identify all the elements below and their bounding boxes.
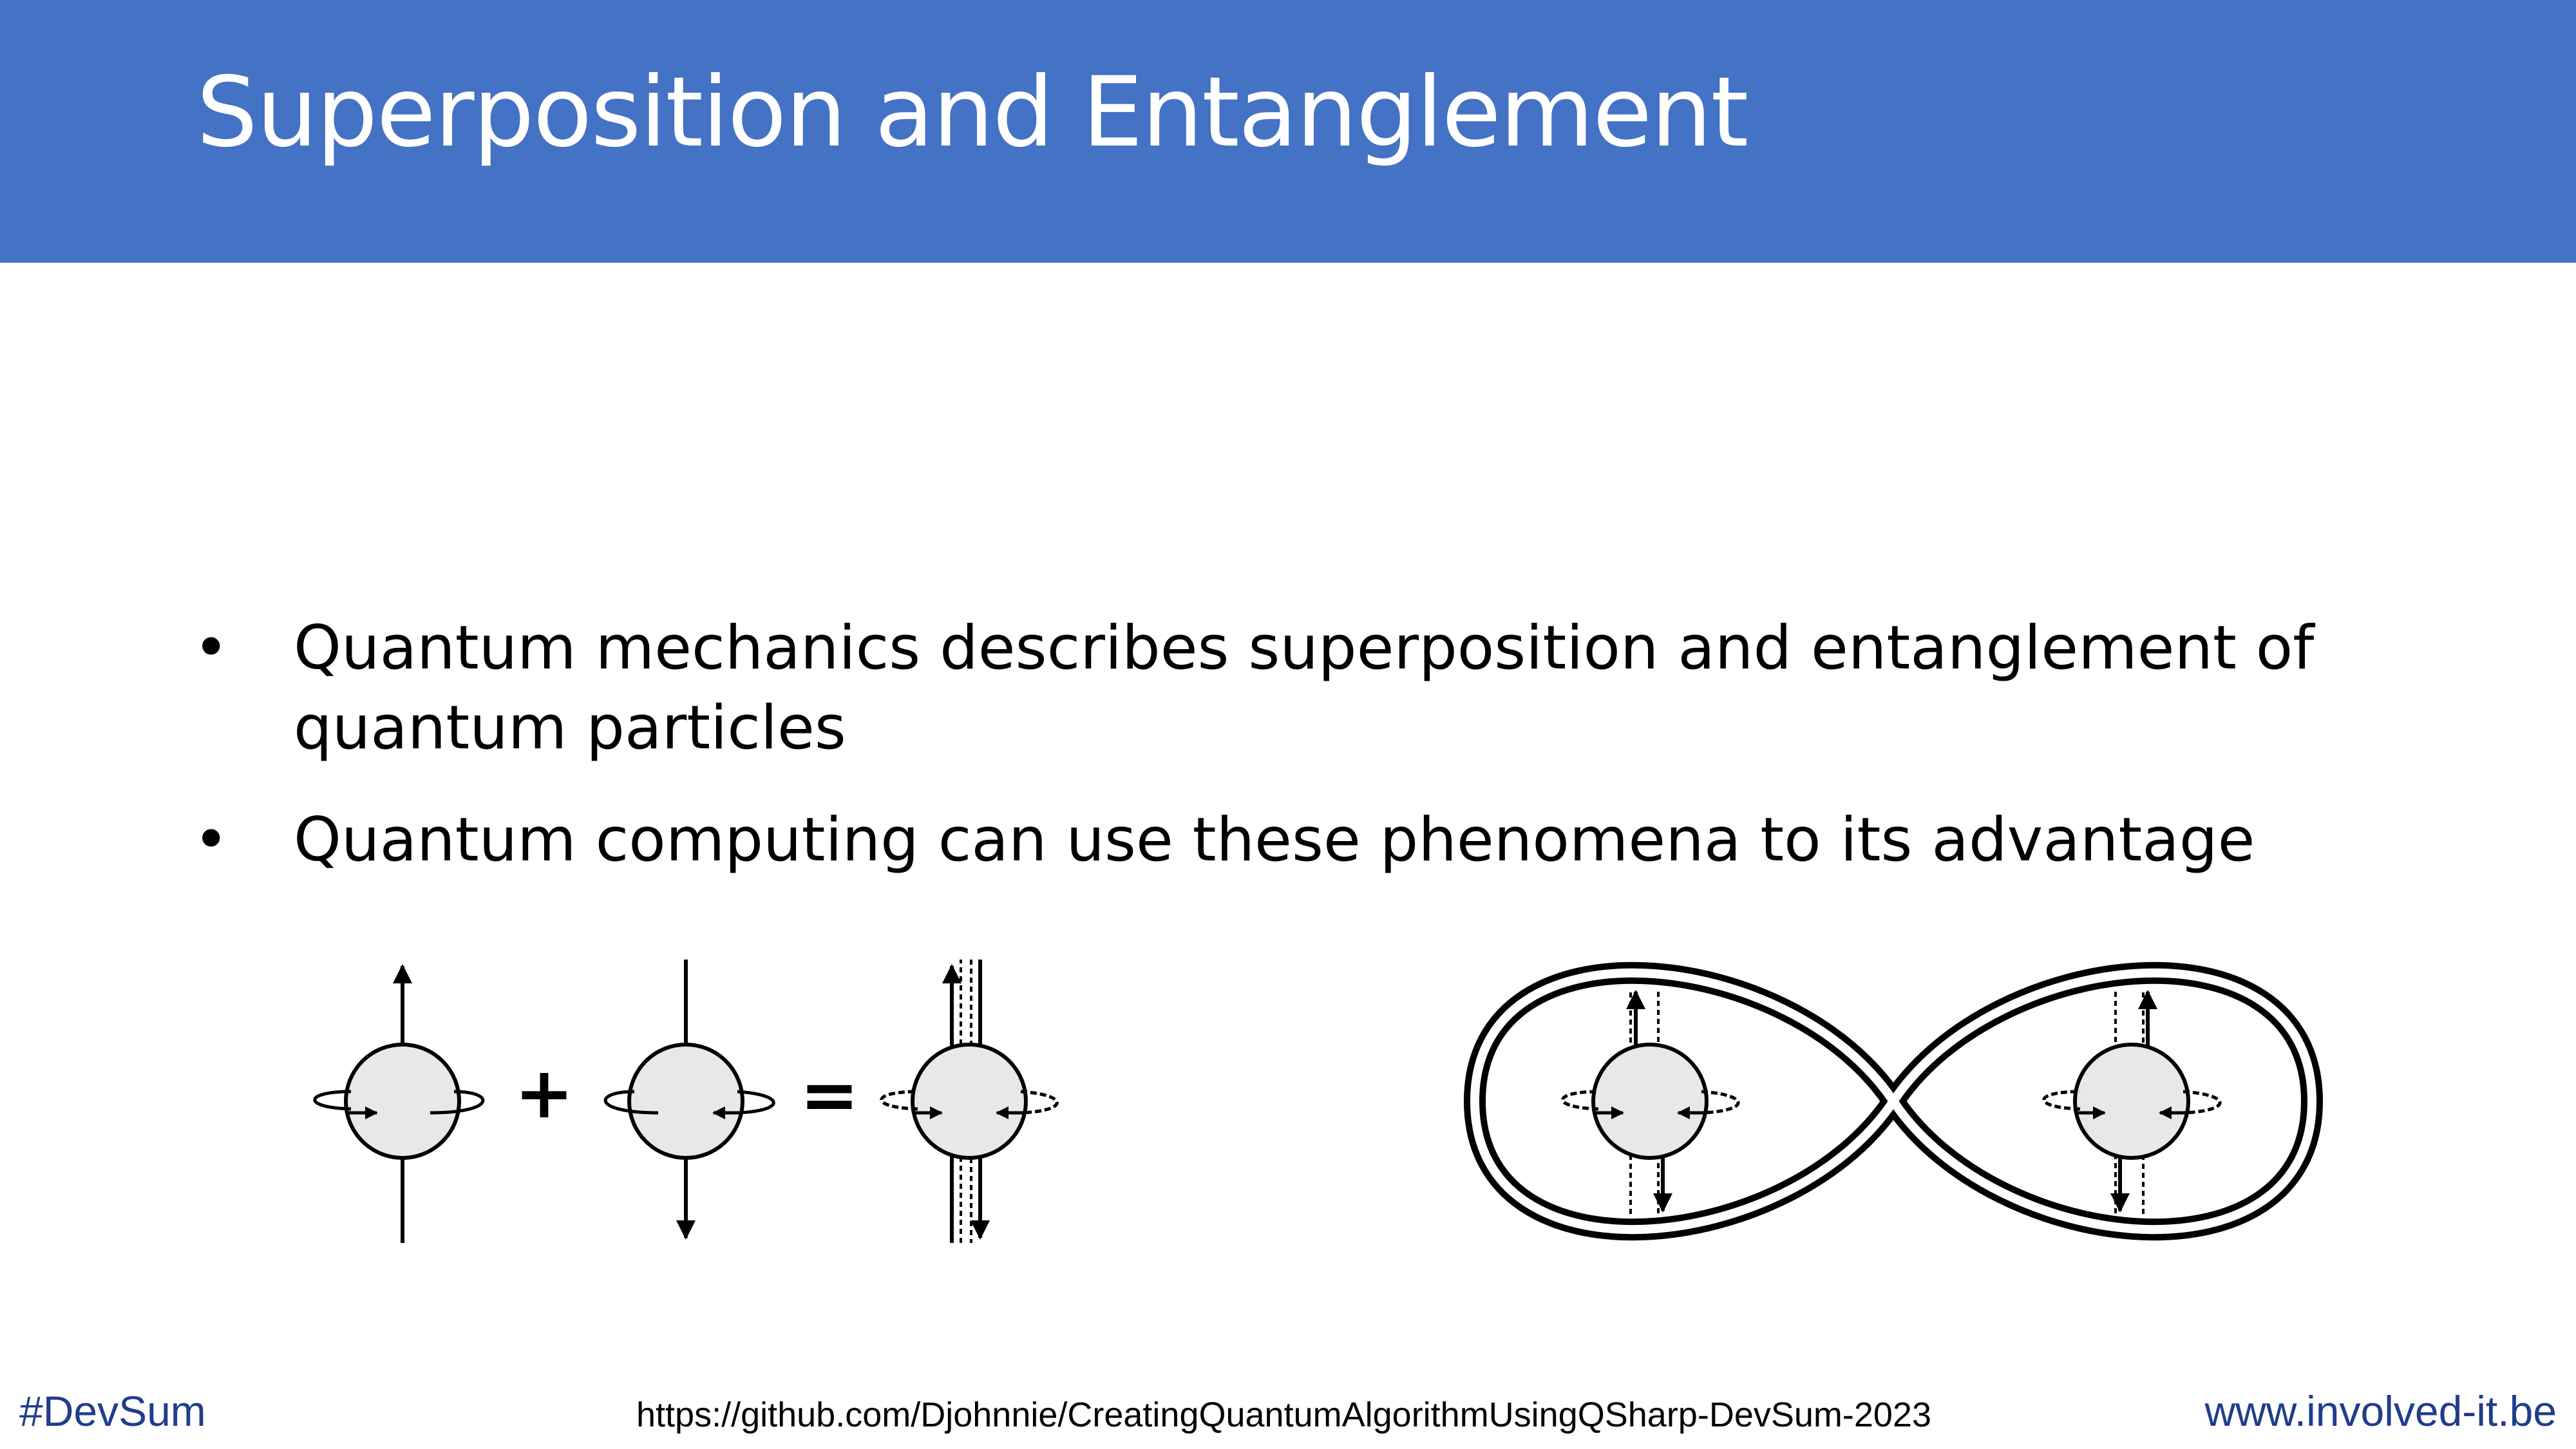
footer-website[interactable]: www.involved-it.be bbox=[2204, 1387, 2557, 1435]
slide: Superposition and Entanglement • Quantum… bbox=[0, 0, 2576, 1449]
plus-symbol: + bbox=[515, 1052, 574, 1134]
quantum-diagram: + = bbox=[313, 960, 2324, 1243]
spin-up-particle-icon bbox=[313, 964, 485, 1243]
entanglement-loop-icon bbox=[1463, 961, 2324, 1241]
equals-symbol: = bbox=[800, 1054, 859, 1136]
spin-down-particle-icon bbox=[603, 960, 775, 1240]
footer-hashtag: #DevSum bbox=[19, 1387, 206, 1435]
footer-github-link[interactable]: https://github.com/Djohnnie/CreatingQuan… bbox=[636, 1395, 1931, 1435]
superposition-particle-icon bbox=[880, 960, 1059, 1243]
